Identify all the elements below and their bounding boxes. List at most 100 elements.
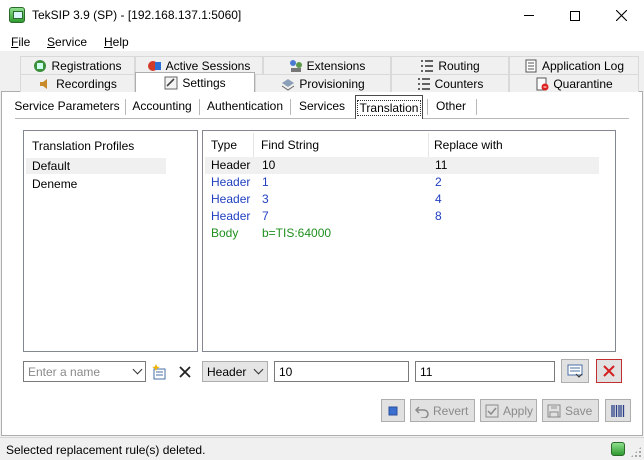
cell-type: Header [211, 175, 251, 189]
cell-type: Body [211, 226, 239, 240]
status-message: Selected replacement rule(s) deleted. [6, 443, 206, 457]
cell-find: 1 [262, 175, 269, 189]
menu-help[interactable]: Help [104, 35, 129, 49]
minimize-icon [524, 15, 534, 16]
profile-name-placeholder: Enter a name [28, 365, 101, 379]
subtab-accounting[interactable]: Accounting [130, 94, 194, 118]
quarantine-icon [536, 77, 549, 90]
settings-icon [164, 76, 178, 89]
delete-profile-icon[interactable] [178, 365, 192, 379]
update-rule-icon [567, 364, 583, 378]
cell-find: 3 [262, 192, 269, 206]
save-button[interactable]: Save [542, 399, 599, 422]
minimize-button[interactable] [506, 0, 552, 31]
table-row[interactable]: Header 10 11 [205, 157, 599, 174]
menu-file[interactable]: File [11, 35, 30, 49]
menu-bar: File Service Help [0, 31, 644, 52]
cell-find: 7 [262, 209, 269, 223]
update-rule-button[interactable] [561, 359, 589, 383]
list-item-profile[interactable]: Deneme [26, 176, 166, 192]
subtab-service-parameters[interactable]: Service Parameters [14, 94, 120, 118]
tab-registrations[interactable]: Registrations [20, 56, 135, 74]
column-header-find-string[interactable]: Find String [261, 138, 319, 152]
delete-rule-icon [603, 365, 615, 377]
chevron-down-icon[interactable] [132, 364, 143, 375]
registrations-icon [34, 59, 47, 72]
revert-icon [415, 405, 429, 418]
table-row[interactable]: Header 3 4 [205, 191, 599, 208]
column-header-replace-with[interactable]: Replace with [434, 138, 503, 152]
cell-replace: 11 [435, 158, 448, 172]
translation-profiles-list[interactable]: Translation Profiles Default Deneme [23, 130, 198, 352]
new-button[interactable] [381, 399, 405, 422]
save-icon [547, 404, 561, 417]
cell-find: 10 [262, 158, 276, 172]
apply-check-icon [485, 404, 499, 417]
status-bar: Selected replacement rule(s) deleted. [0, 437, 644, 460]
app-icon [9, 7, 25, 23]
profiles-header: Translation Profiles [32, 139, 135, 153]
application-log-icon [525, 59, 537, 72]
menu-service[interactable]: Service [47, 35, 87, 49]
table-row[interactable]: Header 1 2 [205, 174, 599, 191]
subtab-separator [290, 99, 291, 115]
active-sessions-icon [147, 60, 161, 71]
delete-rule-button[interactable] [596, 359, 622, 383]
list-item-profile[interactable]: Default [26, 158, 166, 174]
maximize-button[interactable] [552, 0, 598, 31]
cell-replace: 2 [435, 175, 442, 189]
tab-recordings[interactable]: Recordings [20, 74, 135, 92]
cell-replace: 8 [435, 209, 442, 223]
cell-type: Header [211, 192, 251, 206]
chevron-down-icon [253, 364, 264, 375]
barcode-icon [611, 404, 625, 417]
column-separator [253, 133, 254, 157]
table-row[interactable]: Header 7 8 [205, 208, 599, 225]
column-separator [428, 133, 429, 157]
maximize-icon [570, 10, 580, 21]
subtab-other[interactable]: Other [432, 94, 470, 118]
routing-list-icon [421, 59, 434, 72]
find-string-input[interactable]: 10 [274, 361, 409, 382]
subtab-translation[interactable]: Translation [355, 95, 423, 119]
cell-type: Header [211, 158, 251, 172]
add-profile-icon[interactable] [151, 363, 169, 381]
subtab-separator [125, 99, 126, 115]
counters-list-icon [417, 77, 430, 90]
apply-button[interactable]: Apply [480, 399, 537, 422]
tab-routing[interactable]: Routing [391, 56, 509, 74]
cell-find: b=TIS:64000 [262, 226, 332, 240]
new-icon [388, 406, 398, 415]
barcode-button[interactable] [605, 399, 631, 422]
extensions-icon [289, 59, 302, 72]
profile-name-combo[interactable]: Enter a name [23, 361, 146, 382]
speaker-icon [40, 78, 48, 89]
tab-quarantine[interactable]: Quarantine [509, 74, 639, 92]
service-status-icon [611, 442, 625, 456]
subtab-baseline [15, 118, 629, 119]
tab-extensions[interactable]: Extensions [263, 56, 391, 74]
close-icon [615, 10, 627, 21]
replace-with-input[interactable]: 11 [415, 361, 555, 382]
close-button[interactable] [598, 0, 644, 31]
subtab-services[interactable]: Services [295, 94, 349, 118]
column-header-type[interactable]: Type [211, 138, 237, 152]
table-row[interactable]: Body b=TIS:64000 [205, 225, 599, 242]
subtab-separator [476, 99, 477, 115]
tab-counters[interactable]: Counters [391, 74, 509, 92]
title-bar: TekSIP 3.9 (SP) - [192.168.137.1:5060] [0, 0, 644, 31]
subtab-separator [199, 99, 200, 115]
cell-type: Header [211, 209, 251, 223]
rule-type-select[interactable]: Header [202, 361, 268, 382]
rule-type-value: Header [207, 365, 247, 379]
translation-rules-table[interactable]: Type Find String Replace with Header 10 … [202, 130, 616, 352]
subtab-authentication[interactable]: Authentication [205, 94, 285, 118]
tab-application-log[interactable]: Application Log [509, 56, 639, 74]
cell-replace: 4 [435, 192, 442, 206]
tab-settings[interactable]: Settings [135, 72, 255, 92]
tab-provisioning[interactable]: Provisioning [255, 74, 391, 92]
revert-button[interactable]: Revert [410, 399, 475, 422]
provisioning-icon [282, 78, 295, 91]
subtab-separator [427, 99, 428, 115]
window-title: TekSIP 3.9 (SP) - [192.168.137.1:5060] [32, 8, 242, 22]
